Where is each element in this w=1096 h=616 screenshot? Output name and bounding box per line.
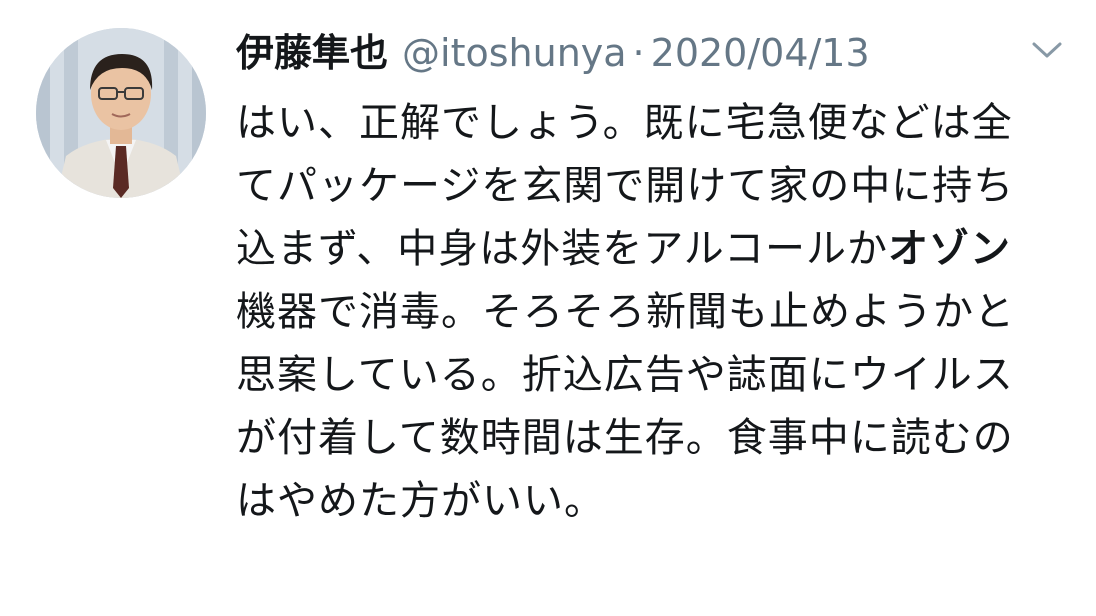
tweet-text-part2: 機器で消毒。そろそろ新聞も止めようかと思案している。折込広告や誌面にウイルスが付… <box>236 289 1015 524</box>
avatar-photo <box>36 28 206 198</box>
separator-dot: · <box>632 31 645 75</box>
tweet-text-emphasis: オゾン <box>888 226 1011 272</box>
tweet-header: 伊藤隼也 @itoshunya · 2020/04/13 <box>236 22 1056 78</box>
tweet-date[interactable]: 2020/04/13 <box>651 31 870 75</box>
author-display-name[interactable]: 伊藤隼也 <box>236 22 388 77</box>
chevron-down-icon[interactable] <box>1030 38 1064 62</box>
tweet-text: はい、正解でしょう。既に宅急便などは全てパッケージを玄関で開けて家の中に持ち込ま… <box>236 92 1046 533</box>
tweet: 伊藤隼也 @itoshunya · 2020/04/13 はい、正解でしょう。既… <box>0 0 1096 616</box>
author-handle[interactable]: @itoshunya <box>402 31 627 75</box>
tweet-content: 伊藤隼也 @itoshunya · 2020/04/13 はい、正解でしょう。既… <box>236 22 1056 533</box>
avatar[interactable] <box>36 28 206 198</box>
